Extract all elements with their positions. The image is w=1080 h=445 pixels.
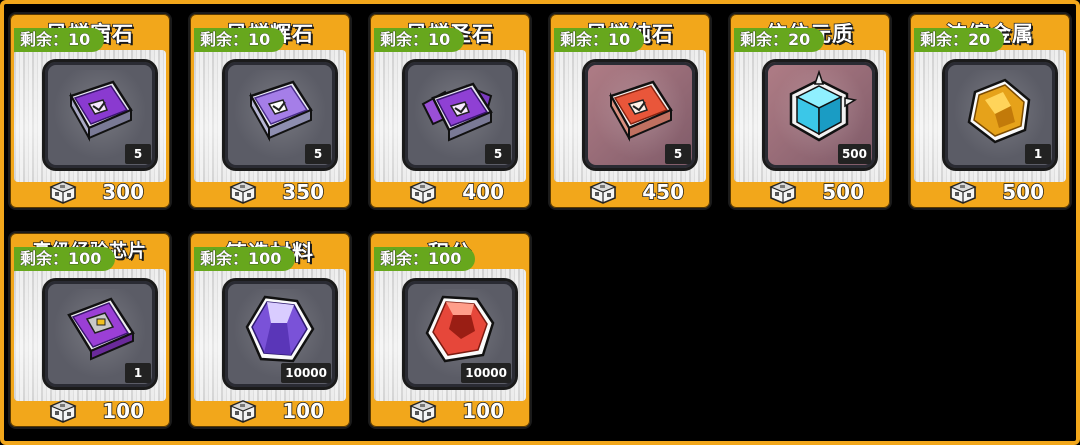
- item-body: 5: [374, 50, 526, 182]
- item-icon-tile: 5: [402, 59, 518, 171]
- item-body: 1: [14, 269, 166, 401]
- shop-item-card-2[interactable]: 风燧辉石 5 剩余：10 350: [188, 12, 352, 210]
- lavender-crystal-plate-icon: [249, 80, 313, 142]
- shop-item-card-7[interactable]: 高级经验芯片 1 剩余：100 100: [8, 231, 172, 429]
- item-icon-tile: 5: [582, 59, 698, 171]
- shop-item-card-9[interactable]: 积分 10000 剩余：100 100: [368, 231, 532, 429]
- item-body: 1: [914, 50, 1066, 182]
- item-price: 500: [822, 179, 865, 205]
- shop-item-card-6[interactable]: 浓缩金属 1 剩余：20 500: [908, 12, 1072, 210]
- item-quantity: 10000: [461, 363, 511, 383]
- price-row: 500: [734, 179, 886, 205]
- item-quantity: 5: [665, 144, 691, 164]
- item-price: 400: [462, 179, 505, 205]
- item-price: 500: [1002, 179, 1045, 205]
- remaining-badge: 剩余：10: [554, 28, 645, 52]
- price-row: 400: [374, 179, 526, 205]
- cube-currency-icon: [49, 400, 77, 423]
- shop-item-card-1[interactable]: 风燧宿石 5 剩余：10 300: [8, 12, 172, 210]
- cube-currency-icon: [49, 181, 77, 204]
- item-price: 100: [282, 398, 325, 424]
- item-body: 10000: [374, 269, 526, 401]
- cube-currency-icon: [949, 181, 977, 204]
- item-icon-tile: 1: [42, 278, 158, 390]
- item-body: 5: [194, 50, 346, 182]
- remaining-badge: 剩余：20: [914, 28, 1005, 52]
- item-price: 300: [102, 179, 145, 205]
- item-body: 5: [14, 50, 166, 182]
- shop-item-card-8[interactable]: 铸造材料 10000 剩余：100 100: [188, 231, 352, 429]
- price-row: 100: [194, 398, 346, 424]
- item-body: 5: [554, 50, 706, 182]
- item-price: 350: [282, 179, 325, 205]
- item-body: 500: [734, 50, 886, 182]
- purple-chip-icon: [67, 297, 135, 361]
- price-row: 300: [14, 179, 166, 205]
- red-gem-icon: [425, 295, 495, 363]
- price-row: 350: [194, 179, 346, 205]
- violet-crystal-cluster-icon: [421, 82, 493, 142]
- cube-currency-icon: [769, 181, 797, 204]
- purple-crystal-plate-icon: [69, 80, 133, 142]
- remaining-badge: 剩余：100: [194, 247, 296, 271]
- price-row: 500: [914, 179, 1066, 205]
- item-icon-tile: 5: [42, 59, 158, 171]
- cube-currency-icon: [589, 181, 617, 204]
- cube-currency-icon: [229, 181, 257, 204]
- remaining-badge: 剩余：10: [194, 28, 285, 52]
- item-quantity: 10000: [281, 363, 331, 383]
- item-body: 10000: [194, 269, 346, 401]
- shop-item-card-4[interactable]: 风燧纯石 5 剩余：10 450: [548, 12, 712, 210]
- remaining-badge: 剩余：20: [734, 28, 825, 52]
- shop-item-card-5[interactable]: 信位元质 500 剩余：20 500: [728, 12, 892, 210]
- item-price: 100: [462, 398, 505, 424]
- item-quantity: 1: [125, 363, 151, 383]
- item-quantity: 5: [125, 144, 151, 164]
- price-row: 450: [554, 179, 706, 205]
- price-row: 100: [374, 398, 526, 424]
- shop-item-card-3[interactable]: 风燧圣石 5 剩余：10 400: [368, 12, 532, 210]
- item-icon-tile: 1: [942, 59, 1058, 171]
- cube-currency-icon: [409, 400, 437, 423]
- remaining-badge: 剩余：10: [14, 28, 105, 52]
- item-quantity: 1: [1025, 144, 1051, 164]
- remaining-badge: 剩余：10: [374, 28, 465, 52]
- item-quantity: 5: [485, 144, 511, 164]
- item-icon-tile: 500: [762, 59, 878, 171]
- item-quantity: 5: [305, 144, 331, 164]
- cyan-cube-icon: [789, 70, 858, 142]
- price-row: 100: [14, 398, 166, 424]
- item-price: 450: [642, 179, 685, 205]
- cube-currency-icon: [409, 181, 437, 204]
- item-icon-tile: 5: [222, 59, 338, 171]
- remaining-badge: 剩余：100: [374, 247, 476, 271]
- red-crystal-plate-icon: [609, 80, 673, 142]
- cube-currency-icon: [229, 400, 257, 423]
- item-quantity: 500: [837, 144, 871, 164]
- item-icon-tile: 10000: [222, 278, 338, 390]
- item-price: 100: [102, 398, 145, 424]
- purple-gem-icon: [245, 295, 315, 363]
- item-icon-tile: 10000: [402, 278, 518, 390]
- remaining-badge: 剩余：100: [14, 247, 116, 271]
- gold-ore-icon: [967, 78, 1031, 144]
